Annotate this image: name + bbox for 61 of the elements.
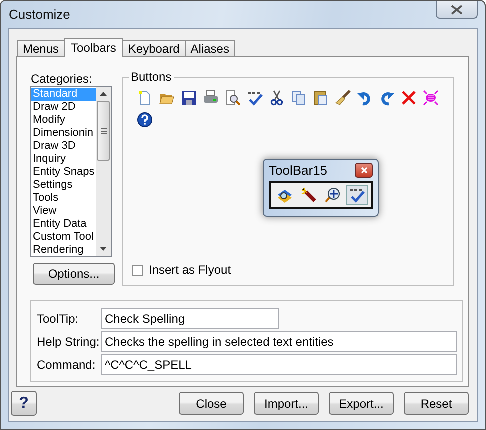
list-item[interactable]: Dimensionin bbox=[31, 127, 96, 140]
printer-icon[interactable] bbox=[203, 90, 219, 106]
scroll-thumb[interactable] bbox=[97, 101, 110, 161]
dialog-button[interactable]: Reset bbox=[404, 392, 469, 415]
checkbox-label[interactable]: Insert as Flyout bbox=[149, 263, 232, 277]
help-icon[interactable] bbox=[137, 112, 153, 128]
tab[interactable]: Menus bbox=[17, 40, 66, 56]
checkbox[interactable] bbox=[132, 264, 143, 276]
options-button[interactable]: Options... bbox=[33, 263, 115, 285]
new-document-icon[interactable] bbox=[137, 90, 153, 106]
list-item[interactable]: Entity Data bbox=[31, 218, 96, 231]
list-item[interactable]: Custom Tool bbox=[31, 231, 96, 244]
clipboard-icon[interactable] bbox=[313, 90, 329, 106]
list-item[interactable]: Settings bbox=[31, 179, 96, 192]
tab[interactable]: Keyboard bbox=[122, 40, 186, 56]
close-button[interactable] bbox=[355, 163, 373, 178]
list-item[interactable]: Draw 2D bbox=[31, 101, 96, 114]
undo-icon[interactable] bbox=[357, 90, 373, 106]
dialog-button[interactable]: Close bbox=[179, 392, 244, 415]
categories-list[interactable]: Standard Draw 2D Modify Dimensionin Draw 3D Inquiry Entity Snaps Settings Tools View Entity Data Custom Tool Rendering bbox=[30, 86, 112, 257]
scroll-down-icon[interactable] bbox=[100, 247, 107, 251]
layers-icon bbox=[277, 187, 293, 203]
help-button[interactable]: ? bbox=[11, 391, 37, 416]
close-icon bbox=[451, 4, 463, 14]
input-field[interactable]: Check Spelling bbox=[101, 308, 279, 329]
input-field[interactable]: ^C^C^C_SPELL bbox=[101, 354, 457, 375]
dialog-button[interactable]: Export... bbox=[329, 392, 394, 415]
tab[interactable]: Toolbars bbox=[64, 38, 124, 57]
delete-cross-icon[interactable] bbox=[401, 90, 417, 106]
pan-magnifier-icon bbox=[325, 187, 341, 203]
list-item[interactable]: Entity Snaps bbox=[31, 166, 96, 179]
list-item[interactable]: View bbox=[31, 205, 96, 218]
spell-check-icon bbox=[349, 187, 365, 203]
brush-icon[interactable] bbox=[335, 90, 351, 106]
toolbar-title: ToolBar15 bbox=[269, 163, 328, 178]
list-item[interactable]: Tools bbox=[31, 192, 96, 205]
scrollbar[interactable] bbox=[96, 87, 111, 256]
tab[interactable]: Aliases bbox=[184, 40, 236, 56]
copy-icon[interactable] bbox=[291, 90, 307, 106]
dialog-button[interactable]: Import... bbox=[254, 392, 319, 415]
grip-icon bbox=[100, 128, 106, 134]
close-button[interactable] bbox=[436, 1, 478, 19]
field-label: Command: bbox=[37, 358, 97, 372]
field-label: ToolTip: bbox=[37, 312, 80, 326]
list-item[interactable]: Rendering bbox=[31, 244, 96, 256]
spell-check-icon[interactable] bbox=[247, 90, 263, 106]
list-item[interactable]: Draw 3D bbox=[31, 140, 96, 153]
toolbar-button[interactable] bbox=[346, 185, 368, 205]
list-item[interactable]: Inquiry bbox=[31, 153, 96, 166]
field-label: Help String: bbox=[37, 334, 97, 348]
pencil-spark-icon bbox=[301, 187, 317, 203]
window-title: Customize bbox=[8, 7, 70, 22]
group-title: Buttons bbox=[129, 70, 174, 84]
scissors-icon[interactable] bbox=[269, 90, 285, 106]
categories-label: Categories: bbox=[30, 72, 94, 86]
list-item[interactable]: Modify bbox=[31, 114, 96, 127]
scroll-up-icon[interactable] bbox=[100, 92, 107, 96]
input-field[interactable]: Checks the spelling in selected text entities bbox=[101, 331, 457, 352]
close-icon bbox=[360, 167, 368, 174]
redo-icon[interactable] bbox=[379, 90, 395, 106]
magnifier-page-icon[interactable] bbox=[225, 90, 241, 106]
